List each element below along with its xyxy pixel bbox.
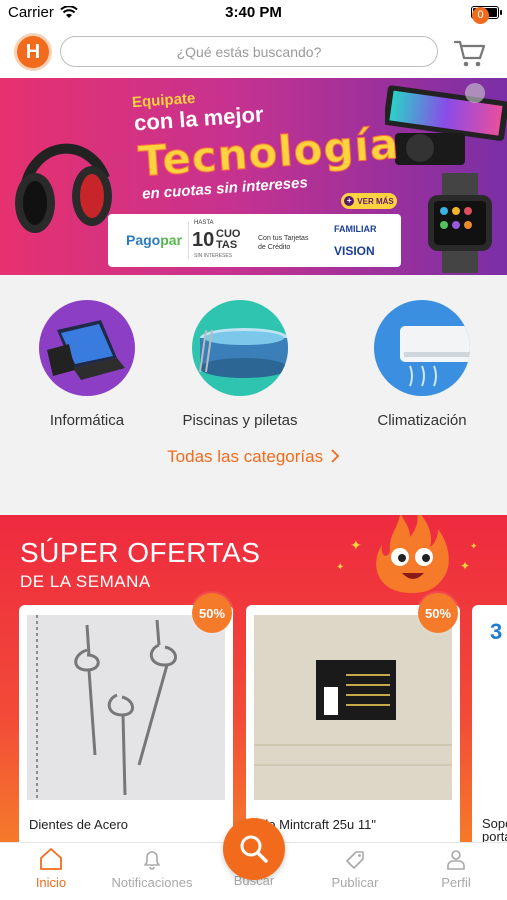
bell-icon (144, 851, 160, 870)
tab-notificaciones[interactable]: Notificaciones (102, 847, 202, 890)
search-fab-button[interactable] (223, 818, 285, 880)
svg-text:✦: ✦ (336, 562, 344, 573)
product-image (254, 615, 452, 800)
ver-mas-label: VER MÁS (357, 196, 394, 206)
svg-text:✦: ✦ (350, 538, 362, 554)
tab-label: Notificaciones (111, 875, 193, 890)
flame-mascot-icon: ✦ ✦ ✦ ✦ (336, 515, 478, 593)
tab-label: Perfil (441, 875, 471, 890)
familiar-logo: FAMILIAR (334, 224, 377, 234)
product-preview-number: 3 (490, 619, 503, 644)
cuotas-number: 10 (192, 229, 215, 251)
svg-text:✦: ✦ (460, 559, 470, 573)
cart-icon[interactable] (452, 34, 488, 70)
tarjetas-label: Con tus Tarjetas de Crédito (258, 235, 309, 251)
product-name: Dientes de Acero (29, 817, 129, 832)
category-piscinas[interactable]: Piscinas y piletas (165, 300, 315, 429)
app-header: H ¿Qué estás buscando? (0, 26, 507, 78)
payment-box: Pagopar HASTA 10 CUO TAS SIN INTERESES Co… (108, 214, 401, 267)
offers-subtitle: DE LA SEMANA (20, 572, 151, 591)
smartwatch-image (428, 173, 492, 273)
category-climatizacion[interactable]: Climatización (347, 300, 497, 429)
categories-section: Informática Piscinas y piletas Climatiza… (0, 275, 507, 515)
tag-icon (346, 851, 364, 869)
status-time: 3:40 PM (225, 4, 282, 21)
user-icon (447, 850, 465, 870)
headphones-image (15, 143, 112, 233)
product-image (27, 615, 225, 800)
category-label: Informática (49, 412, 125, 429)
product-card[interactable]: 3 Sopoporta (472, 605, 507, 845)
product-card[interactable]: Dientes de Acero (19, 605, 233, 845)
all-categories-link[interactable]: Todas las categorías (0, 447, 507, 467)
keyboard-image (385, 83, 507, 165)
all-categories-label: Todas las categorías (167, 447, 324, 466)
super-offers-section: SÚPER OFERTAS DE LA SEMANA ✦ ✦ ✦ ✦ Dient… (0, 515, 507, 845)
category-label: Piscinas y piletas (182, 412, 298, 429)
search-icon (240, 835, 268, 863)
promo-banner[interactable]: Equipate con la mejor Tecnología en cuot… (0, 78, 507, 275)
tab-label: Inicio (35, 875, 67, 890)
vision-logo: VISION (334, 244, 375, 258)
offers-title: SÚPER OFERTAS (20, 537, 261, 568)
search-input[interactable]: ¿Qué estás buscando? (60, 36, 438, 67)
hasta-label: HASTA (194, 220, 214, 226)
cuotas-word: CUO TAS (216, 228, 241, 251)
status-bar: Carrier 3:40 PM (0, 0, 507, 26)
sin-intereses-label: SIN INTERESES (194, 253, 233, 259)
tab-inicio[interactable]: Inicio (1, 847, 101, 890)
laptop-icon (39, 300, 135, 396)
discount-badge: 50% (418, 593, 458, 633)
product-name: Sopoporta (482, 816, 507, 844)
chevron-right-icon (331, 449, 340, 463)
product-card[interactable]: tillo Mintcraft 25u 11" (246, 605, 460, 845)
search-placeholder: ¿Qué estás buscando? (176, 43, 322, 60)
ver-mas-button[interactable]: + VER MÁS (341, 193, 397, 209)
app-logo[interactable]: H (14, 33, 52, 71)
svg-text:✦: ✦ (470, 542, 478, 552)
plus-icon: + (344, 196, 355, 206)
category-label: Climatización (377, 412, 467, 429)
air-conditioner-icon (374, 300, 470, 396)
pagopar-logo: Pagopar (126, 232, 183, 248)
divider (188, 222, 189, 259)
cart-badge: 0 (472, 7, 489, 24)
category-informatica[interactable]: Informática (12, 300, 162, 429)
tab-label: Publicar (331, 875, 379, 890)
tab-publicar[interactable]: Publicar (305, 847, 405, 890)
tab-perfil[interactable]: Perfil (406, 847, 506, 890)
pool-icon (192, 300, 288, 396)
logo-letter: H (25, 40, 41, 63)
discount-badge: 50% (192, 593, 232, 633)
home-icon (40, 848, 62, 870)
